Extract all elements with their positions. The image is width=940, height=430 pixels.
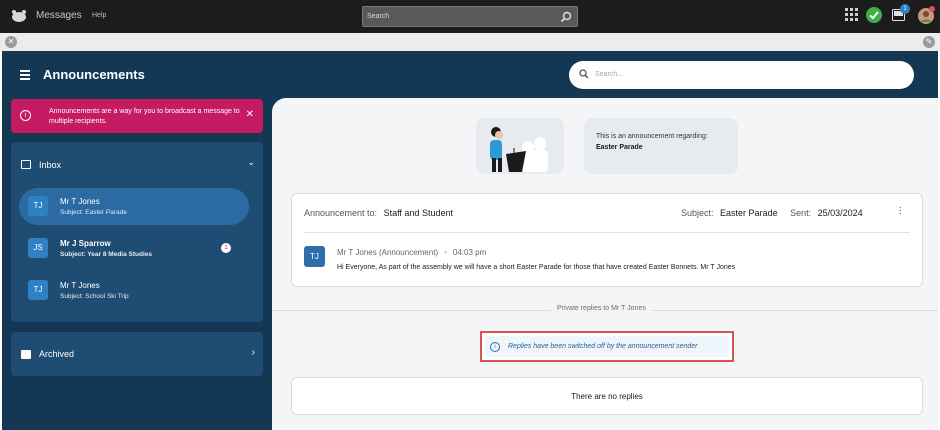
archived-label: Archived [39,349,75,359]
announcement-body: Hi Everyone, As part of the assembly we … [337,264,736,271]
announcement-card: Announcement to: Staff and Student Subje… [291,193,923,287]
app-logo-icon[interactable] [10,9,28,23]
main-content: This is an announcement regarding: Easte… [272,98,938,430]
list-item[interactable]: JS Mr J Sparrow Subject: Year 8 Media St… [19,230,249,267]
regarding-box: This is an announcement regarding: Easte… [584,118,738,174]
subject-row: Subject: Easter Parade Sent: 25/03/2024 [681,208,863,218]
inbox-panel: Inbox ⌄ TJ Mr T Jones Subject: Easter Pa… [11,142,263,322]
info-alert: i Announcements are a way for you to bro… [11,99,263,133]
app-container: Announcements Search... i Announcements … [2,51,938,430]
private-replies-label: Private replies to Mr T Jones [551,305,652,312]
announcements-search-input[interactable]: Search... [569,61,914,89]
replies-off-notice: i Replies have been switched off by the … [480,331,734,362]
unread-badge: 1 [221,243,231,253]
archive-icon [21,350,31,359]
sent-time: 04:03 pm [452,248,487,257]
sent-value: 25/03/2024 [817,208,863,218]
chevron-down-icon[interactable]: ⌄ [247,157,255,168]
search-placeholder: Search... [595,71,624,78]
replies-list: There are no replies [291,377,923,415]
notification-badge: 1 [900,4,910,14]
alert-text: Announcements are a way for you to broad… [49,108,240,125]
close-icon[interactable]: ✕ [5,36,17,48]
menu-icon[interactable] [20,70,30,80]
archived-panel[interactable]: Archived › [11,332,263,376]
message-sender: Mr T Jones [60,281,100,290]
sender-name: Mr T Jones (Announcement) [337,248,439,257]
help-link[interactable]: Help [92,12,106,19]
subject-label: Subject: [681,208,714,218]
global-search-placeholder: Search [367,13,390,20]
recipients-row: Announcement to: Staff and Student [304,208,453,218]
chevron-right-icon[interactable]: › [252,347,255,358]
page-title: Announcements [43,67,145,82]
page-header: Announcements Search... [2,51,938,98]
browser-strip: ✕ ✎ [0,33,940,51]
regarding-label: This is an announcement regarding: [596,133,708,140]
message-subject: Subject: School Ski Trip [60,293,129,300]
user-avatar[interactable] [917,6,935,25]
close-alert-button[interactable]: ✕ [246,109,254,120]
regarding-subject: Easter Parade [596,144,643,151]
sender-line: Mr T Jones (Announcement) • 04:03 pm [337,248,487,257]
more-options-icon[interactable]: · · · [899,203,902,219]
app-title[interactable]: Messages [36,10,82,21]
list-item[interactable]: TJ Mr T Jones Subject: School Ski Trip [19,272,249,309]
message-subject: Subject: Year 8 Media Studies [60,251,152,258]
announcement-illustration [476,118,564,174]
inbox-label: Inbox [39,160,62,170]
avatar: TJ [304,246,325,267]
announcement-to-value: Staff and Student [383,208,453,218]
sent-label: Sent: [790,208,812,218]
info-icon: i [20,110,31,121]
replies-off-text: Replies have been switched off by the an… [508,343,698,350]
avatar: TJ [28,196,48,216]
message-sender: Mr T Jones [60,197,100,206]
top-bar: Messages Help Search 1 [0,0,940,33]
no-replies-text: There are no replies [571,392,643,401]
edit-icon[interactable]: ✎ [923,36,935,48]
check-icon[interactable] [866,7,882,23]
search-icon [579,69,589,79]
divider [304,232,910,233]
message-sender: Mr J Sparrow [60,239,111,248]
subject-value: Easter Parade [720,208,778,218]
global-search-input[interactable]: Search [362,6,578,27]
search-icon[interactable] [560,11,572,23]
message-subject: Subject: Easter Parade [60,209,127,216]
announcement-to-label: Announcement to: [304,208,378,218]
avatar: TJ [28,280,48,300]
inbox-header[interactable]: Inbox ⌄ [11,142,263,186]
grid-icon[interactable] [845,8,858,21]
inbox-icon [21,160,31,169]
list-item[interactable]: TJ Mr T Jones Subject: Easter Parade [19,188,249,225]
avatar: JS [28,238,48,258]
info-icon: i [490,342,500,352]
